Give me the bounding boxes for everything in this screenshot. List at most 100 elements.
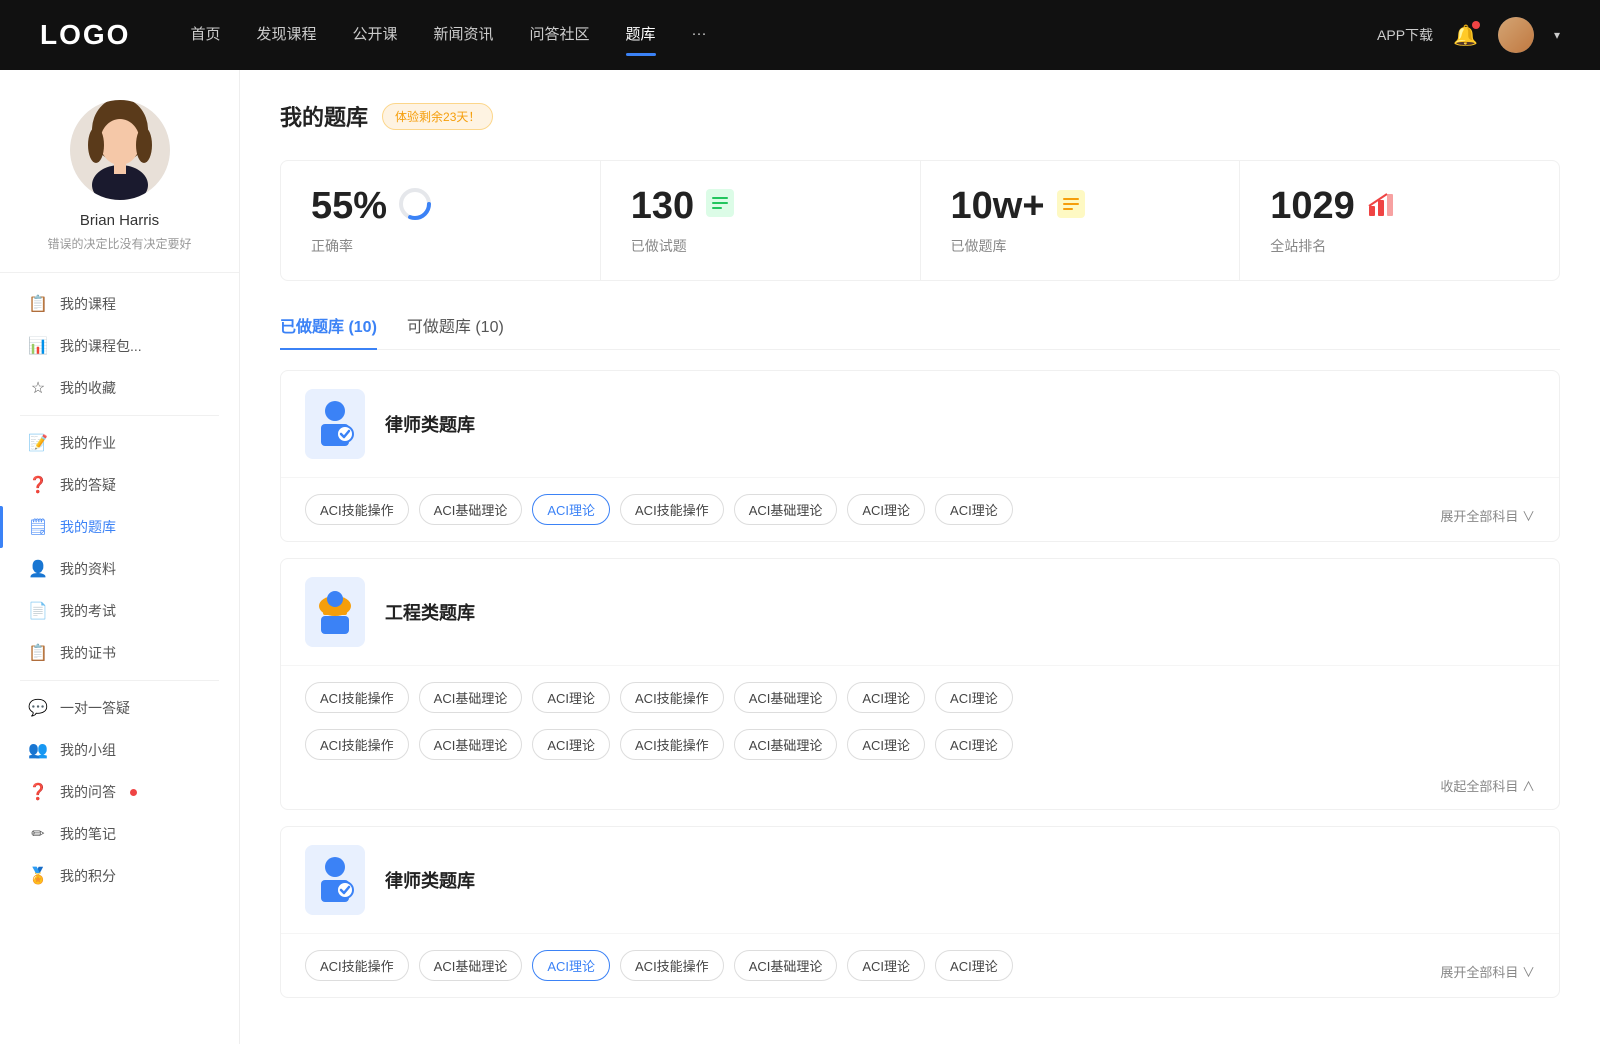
bank-header: 律师类题库 <box>281 827 1559 934</box>
bank-tag[interactable]: ACI技能操作 <box>620 682 724 713</box>
nav-news[interactable]: 新闻资讯 <box>434 23 494 48</box>
bank-tag[interactable]: ACI理论 <box>532 682 610 713</box>
bank-tag[interactable]: ACI基础理论 <box>734 950 838 981</box>
bank-footer: 收起全部科目 ∧ <box>281 776 1559 809</box>
nav-quiz[interactable]: 题库 <box>626 23 656 48</box>
my-qa-icon: ❓ <box>28 782 48 802</box>
homework-icon: 📝 <box>28 433 48 453</box>
bank-tag[interactable]: ACI理论 <box>847 494 925 525</box>
tab-done-banks[interactable]: 已做题库 (10) <box>280 313 377 349</box>
sidebar-item-label: 我的积分 <box>60 866 116 886</box>
bank-icon <box>305 389 365 459</box>
stat-value: 10w+ <box>951 185 1045 228</box>
bank-tag[interactable]: ACI基础理论 <box>419 729 523 760</box>
stat-value-row: 55% <box>311 185 433 228</box>
sidebar-item-quiz-bank[interactable]: 🗒 我的题库 <box>0 506 239 548</box>
collapse-bank-link[interactable]: 收起全部科目 ∧ <box>1440 776 1535 795</box>
avatar[interactable] <box>1498 17 1534 53</box>
sidebar-item-homework[interactable]: 📝 我的作业 <box>0 422 239 464</box>
app-download-button[interactable]: APP下载 <box>1377 25 1433 45</box>
bar-chart-red-icon <box>1365 188 1397 225</box>
sidebar-item-points[interactable]: 🏅 我的积分 <box>0 855 239 897</box>
content-area: 我的题库 体验剩余23天！ 55% 正确率 <box>240 70 1600 1044</box>
stat-label: 已做题库 <box>951 236 1007 256</box>
sidebar-item-1on1[interactable]: 💬 一对一答疑 <box>0 687 239 729</box>
bank-tag[interactable]: ACI理论 <box>935 682 1013 713</box>
sidebar-item-label: 我的问答 <box>60 782 116 802</box>
cert-icon: 📋 <box>28 643 48 663</box>
bank-tag[interactable]: ACI理论 <box>847 682 925 713</box>
bank-tag[interactable]: ACI基础理论 <box>734 682 838 713</box>
sidebar: Brian Harris 错误的决定比没有决定要好 📋 我的课程 📊 我的课程包… <box>0 70 240 1044</box>
sidebar-item-my-qa[interactable]: ❓ 我的问答 <box>0 771 239 813</box>
sidebar-item-favorites[interactable]: ☆ 我的收藏 <box>0 367 239 409</box>
accuracy-chart-icon <box>397 186 433 227</box>
sidebar-item-label: 我的题库 <box>60 517 116 537</box>
tab-available-banks[interactable]: 可做题库 (10) <box>407 313 504 349</box>
trial-badge: 体验剩余23天！ <box>382 103 493 130</box>
sidebar-item-group[interactable]: 👥 我的小组 <box>0 729 239 771</box>
profile-section: Brian Harris 错误的决定比没有决定要好 <box>0 100 239 273</box>
sidebar-item-label: 我的小组 <box>60 740 116 760</box>
logo: LOGO <box>40 19 130 51</box>
bank-card-engineer: 工程类题库 ACI技能操作 ACI基础理论 ACI理论 ACI技能操作 ACI基… <box>280 558 1560 810</box>
bank-icon <box>305 845 365 915</box>
nav-home[interactable]: 首页 <box>190 23 220 48</box>
nav-discover[interactable]: 发现课程 <box>256 23 316 48</box>
user-menu-arrow-icon[interactable]: ▾ <box>1554 28 1560 42</box>
page-title: 我的题库 <box>280 100 368 132</box>
sidebar-item-label: 一对一答疑 <box>60 698 130 718</box>
sidebar-item-course-pack[interactable]: 📊 我的课程包... <box>0 325 239 367</box>
nav-more[interactable]: ··· <box>692 25 707 46</box>
expand-bank-link[interactable]: 展开全部科目 ∨ <box>1416 946 1559 997</box>
main-layout: Brian Harris 错误的决定比没有决定要好 📋 我的课程 📊 我的课程包… <box>0 70 1600 1044</box>
bank-tag[interactable]: ACI理论 <box>935 950 1013 981</box>
stat-value: 1029 <box>1270 185 1355 228</box>
notification-bell-icon[interactable]: 🔔 <box>1453 23 1478 48</box>
bank-tag[interactable]: ACI基础理论 <box>734 494 838 525</box>
bank-tag[interactable]: ACI理论 <box>935 729 1013 760</box>
bank-tag[interactable]: ACI技能操作 <box>620 494 724 525</box>
bank-tag[interactable]: ACI基础理论 <box>734 729 838 760</box>
nav-qa[interactable]: 问答社区 <box>530 23 590 48</box>
sidebar-item-qa[interactable]: ❓ 我的答疑 <box>0 464 239 506</box>
sidebar-item-label: 我的作业 <box>60 433 116 453</box>
bank-tag[interactable]: ACI技能操作 <box>305 682 409 713</box>
bank-tag[interactable]: ACI技能操作 <box>620 950 724 981</box>
sidebar-item-exam[interactable]: 📄 我的考试 <box>0 590 239 632</box>
bank-tags: ACI技能操作 ACI基础理论 ACI理论 ACI技能操作 ACI基础理论 AC… <box>281 934 1416 997</box>
tabs-row: 已做题库 (10) 可做题库 (10) <box>280 313 1560 350</box>
bank-tag[interactable]: ACI技能操作 <box>620 729 724 760</box>
sidebar-item-certificate[interactable]: 📋 我的证书 <box>0 632 239 674</box>
sidebar-item-my-course[interactable]: 📋 我的课程 <box>0 283 239 325</box>
notes-icon: ✏ <box>28 824 48 844</box>
group-icon: 👥 <box>28 740 48 760</box>
bank-tags-row1: ACI技能操作 ACI基础理论 ACI理论 ACI技能操作 ACI基础理论 AC… <box>281 666 1559 729</box>
sidebar-item-profile[interactable]: 👤 我的资料 <box>0 548 239 590</box>
course-icon: 📋 <box>28 294 48 314</box>
bank-tag[interactable]: ACI基础理论 <box>419 494 523 525</box>
bank-tag[interactable]: ACI技能操作 <box>305 729 409 760</box>
header-right: APP下载 🔔 ▾ <box>1377 17 1560 53</box>
stat-value: 55% <box>311 185 387 228</box>
bank-tag-active[interactable]: ACI理论 <box>532 494 610 525</box>
stats-row: 55% 正确率 130 <box>280 160 1560 281</box>
stat-site-rank: 1029 全站排名 <box>1240 161 1559 280</box>
stat-value-row: 1029 <box>1270 185 1397 228</box>
nav-open-course[interactable]: 公开课 <box>352 23 397 48</box>
bank-title: 律师类题库 <box>385 411 475 437</box>
bank-tag[interactable]: ACI理论 <box>847 729 925 760</box>
unread-dot <box>130 789 137 796</box>
bank-tag[interactable]: ACI理论 <box>847 950 925 981</box>
bank-tag-active[interactable]: ACI理论 <box>532 950 610 981</box>
expand-bank-link[interactable]: 展开全部科目 ∨ <box>1416 490 1559 541</box>
sidebar-item-notes[interactable]: ✏ 我的笔记 <box>0 813 239 855</box>
bank-tag[interactable]: ACI理论 <box>532 729 610 760</box>
bank-tag[interactable]: ACI基础理论 <box>419 682 523 713</box>
stat-label: 正确率 <box>311 236 353 256</box>
bank-tag[interactable]: ACI技能操作 <box>305 494 409 525</box>
bank-tag[interactable]: ACI基础理论 <box>419 950 523 981</box>
bank-tag[interactable]: ACI理论 <box>935 494 1013 525</box>
stat-value-row: 130 <box>631 185 736 228</box>
bank-tag[interactable]: ACI技能操作 <box>305 950 409 981</box>
